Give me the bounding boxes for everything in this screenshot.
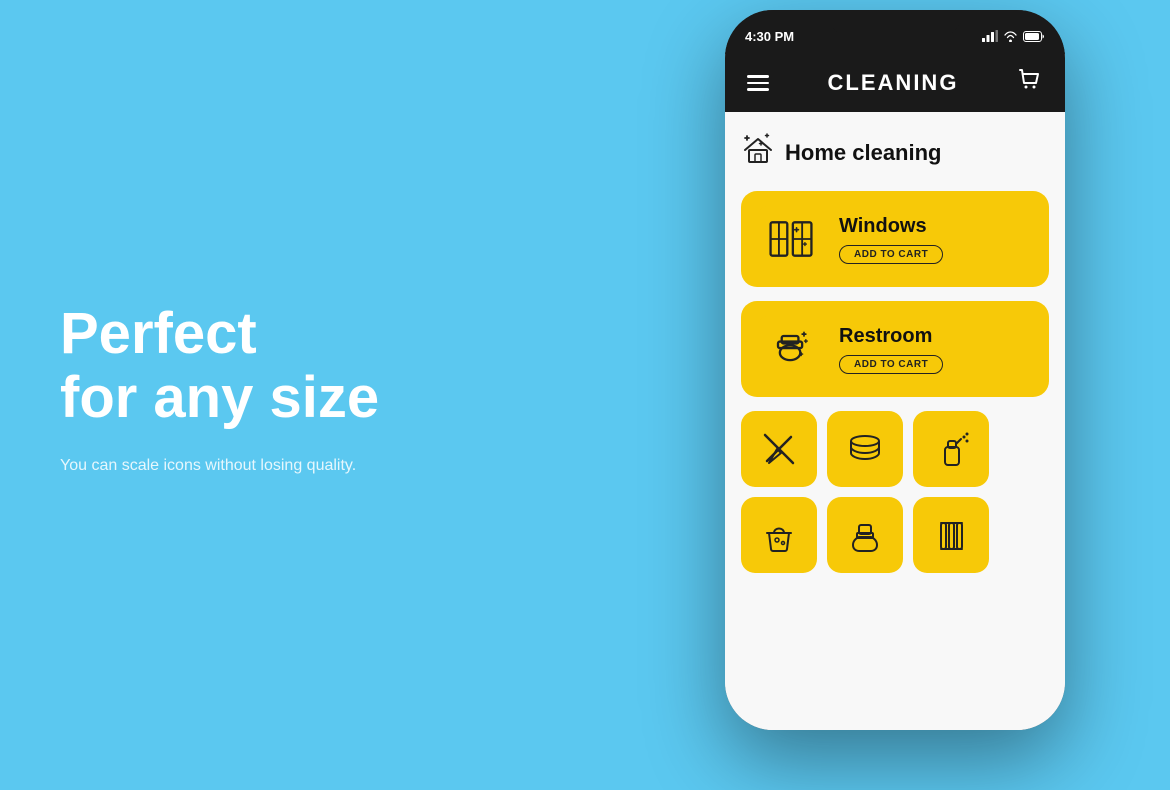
- windows-icon-box: [757, 205, 825, 273]
- mop-icon-card[interactable]: [913, 497, 989, 573]
- filter-icon: [845, 429, 885, 469]
- section-header: Home cleaning: [741, 132, 1049, 173]
- restroom-card-name: Restroom: [839, 325, 1033, 348]
- windows-add-to-cart-button[interactable]: ADD TO CART: [839, 245, 943, 264]
- icons-grid-row2: [741, 497, 1049, 573]
- app-header: CLEANING: [725, 54, 1065, 112]
- phone-screen: CLEANING: [725, 54, 1065, 730]
- bucket-icon-card[interactable]: [741, 497, 817, 573]
- bucket-icon: [759, 515, 799, 555]
- wifi-icon: [1003, 31, 1018, 42]
- restroom-card-info: Restroom ADD TO CART: [839, 325, 1033, 374]
- restroom-icon-box: [757, 315, 825, 383]
- broom-icon: [759, 429, 799, 469]
- status-time: 4:30 PM: [745, 29, 794, 44]
- app-title: CLEANING: [828, 70, 959, 96]
- home-cleaning-icon: [741, 132, 775, 173]
- windows-card: Windows ADD TO CART: [741, 191, 1049, 287]
- restroom-add-to-cart-button[interactable]: ADD TO CART: [839, 355, 943, 374]
- phone-mockup: 4:30 PM: [650, 10, 1140, 790]
- headline-line2: for any size: [60, 365, 379, 430]
- windows-card-info: Windows ADD TO CART: [839, 215, 1033, 264]
- signal-bars-icon: [982, 30, 998, 42]
- filter-icon-card[interactable]: [827, 411, 903, 487]
- headline-line1: Perfect: [60, 301, 257, 366]
- phone-notch: [830, 10, 960, 36]
- sub-text: You can scale icons without losing quali…: [60, 454, 379, 478]
- section-title: Home cleaning: [785, 140, 941, 166]
- spray-icon-card[interactable]: [913, 411, 989, 487]
- status-icons: [982, 30, 1045, 42]
- app-body: Home cleaning: [725, 112, 1065, 730]
- hamburger-menu-icon[interactable]: [747, 75, 769, 91]
- main-headline: Perfect for any size: [60, 302, 379, 430]
- battery-icon: [1023, 31, 1045, 42]
- windows-card-name: Windows: [839, 215, 1033, 238]
- icons-grid-row1: [741, 411, 1049, 487]
- toilet-icon: [845, 515, 885, 555]
- phone-outer: 4:30 PM: [725, 10, 1065, 730]
- cart-icon[interactable]: [1017, 67, 1043, 99]
- mop-icon: [931, 515, 971, 555]
- left-panel: Perfect for any size You can scale icons…: [60, 302, 379, 478]
- spray-icon: [931, 429, 971, 469]
- toilet-icon-card[interactable]: [827, 497, 903, 573]
- broom-icon-card[interactable]: [741, 411, 817, 487]
- restroom-card: Restroom ADD TO CART: [741, 301, 1049, 397]
